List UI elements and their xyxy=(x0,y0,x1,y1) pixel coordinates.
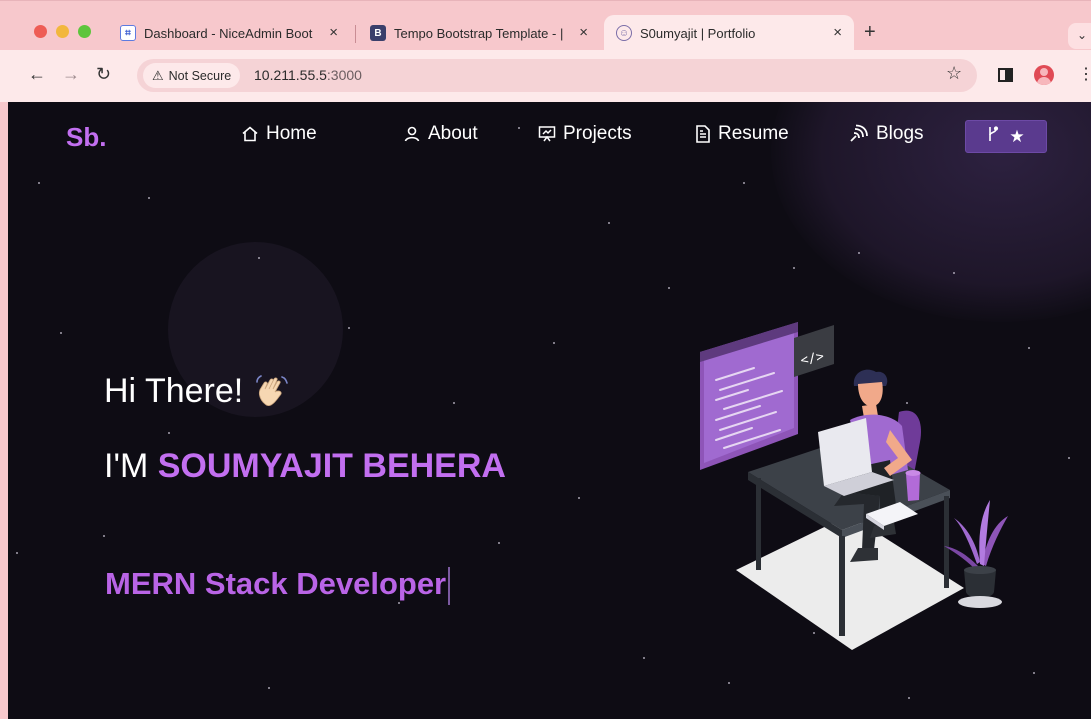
star-particle xyxy=(578,497,580,499)
url-host: 10.211.55.5 xyxy=(254,67,327,83)
tab-separator xyxy=(355,25,356,43)
star-particle xyxy=(608,222,610,224)
star-particle xyxy=(268,687,270,689)
star-particle xyxy=(453,402,455,404)
star-particle xyxy=(1033,672,1035,674)
star-particle xyxy=(258,257,260,259)
github-star-button[interactable]: ★ xyxy=(965,120,1047,153)
url-text: 10.211.55.5:3000 xyxy=(254,67,362,83)
page-viewport: Sb. Home About Projects Resume Blogs ★ H… xyxy=(8,102,1091,719)
hero-name-highlight: SOUMYAJIT BEHERA xyxy=(157,447,506,485)
star-particle xyxy=(60,332,62,334)
role-text: MERN Stack Developer xyxy=(105,566,447,601)
developer-illustration: </> xyxy=(700,322,1008,650)
nav-link-blogs[interactable]: Blogs xyxy=(848,123,924,145)
waving-hand-icon xyxy=(255,374,289,410)
star-icon: ★ xyxy=(1009,126,1025,146)
side-panel-icon[interactable] xyxy=(998,68,1013,82)
tab-title: Tempo Bootstrap Template - | xyxy=(394,25,564,41)
site-info-chip[interactable]: ⚠ Not Secure xyxy=(143,63,241,88)
star-particle xyxy=(793,267,795,269)
presentation-icon xyxy=(537,124,557,144)
code-window-graphic: </> xyxy=(700,322,834,470)
home-icon xyxy=(240,124,260,144)
bookmark-star-icon[interactable]: ☆ xyxy=(946,63,962,84)
tab-close-icon[interactable]: × xyxy=(329,24,338,41)
star-particle xyxy=(348,327,350,329)
rss-feed-icon xyxy=(848,124,870,144)
star-particle xyxy=(1068,457,1070,459)
window-zoom-button[interactable] xyxy=(78,25,91,38)
tab-close-icon[interactable]: × xyxy=(579,24,588,41)
star-particle xyxy=(668,287,670,289)
tab-close-icon[interactable]: × xyxy=(833,24,842,41)
star-particle xyxy=(858,252,860,254)
star-particle xyxy=(498,542,500,544)
star-particle xyxy=(728,682,730,684)
browser-menu-icon[interactable]: ⋮ xyxy=(1078,64,1091,84)
new-tab-button[interactable]: + xyxy=(864,21,876,44)
git-fork-icon xyxy=(987,126,999,147)
intro-prefix: I'M xyxy=(104,447,158,485)
star-particle xyxy=(1028,347,1030,349)
tab-title: S0umyajit | Portfolio xyxy=(640,25,756,41)
star-particle xyxy=(168,432,170,434)
star-particle xyxy=(953,272,955,274)
url-port: :3000 xyxy=(326,67,362,83)
browser-toolbar: ← → ↻ ⚠ Not Secure 10.211.55.5:3000 xyxy=(0,50,1091,102)
greeting-text: Hi There! xyxy=(104,372,244,410)
window-minimize-button[interactable] xyxy=(56,25,69,38)
portfolio-logo-icon: ☺ xyxy=(616,25,632,41)
address-bar[interactable]: ⚠ Not Secure 10.211.55.5:3000 xyxy=(137,59,977,92)
security-label: Not Secure xyxy=(168,68,232,83)
nav-link-about[interactable]: About xyxy=(402,123,478,145)
star-particle xyxy=(553,342,555,344)
nav-link-label: Blogs xyxy=(876,123,924,144)
star-particle xyxy=(148,197,150,199)
profile-avatar-icon[interactable] xyxy=(1034,65,1054,85)
star-particle xyxy=(643,657,645,659)
window-close-button[interactable] xyxy=(34,25,47,38)
nav-link-label: Home xyxy=(266,123,317,144)
site-logo[interactable]: Sb. xyxy=(66,122,106,153)
niceadmin-logo-icon: ⌗ xyxy=(120,25,136,41)
nav-link-label: About xyxy=(428,123,478,144)
star-particle xyxy=(38,182,40,184)
typing-cursor xyxy=(448,566,451,605)
tab-portfolio-active[interactable]: ☺ S0umyajit | Portfolio × xyxy=(604,15,854,51)
tab-niceadmin-dashboard[interactable]: ⌗ Dashboard - NiceAdmin Boot × xyxy=(110,15,350,51)
back-arrow-icon[interactable]: ← xyxy=(28,64,46,85)
star-particle xyxy=(743,182,745,184)
forward-arrow-icon[interactable]: → xyxy=(62,64,80,85)
user-icon xyxy=(402,124,422,144)
star-particle xyxy=(16,552,18,554)
hero-role-typewriter: MERN Stack Developer xyxy=(105,566,451,605)
browser-tab-bar: ⌗ Dashboard - NiceAdmin Boot × B Tempo B… xyxy=(0,0,1091,51)
warning-triangle-icon: ⚠ xyxy=(152,67,164,83)
star-particle xyxy=(103,535,105,537)
nav-link-resume[interactable]: Resume xyxy=(694,123,789,145)
document-icon xyxy=(694,124,712,144)
reload-icon[interactable]: ↻ xyxy=(96,64,111,85)
tab-title: Dashboard - NiceAdmin Boot xyxy=(144,25,313,41)
nav-link-label: Resume xyxy=(718,123,789,144)
nav-link-home[interactable]: Home xyxy=(240,123,317,145)
bootstrap-logo-icon: B xyxy=(370,25,386,41)
tab-tempo-template[interactable]: B Tempo Bootstrap Template - | × xyxy=(360,15,600,51)
nav-link-projects[interactable]: Projects xyxy=(537,123,632,145)
tab-search-button[interactable]: ⌄ xyxy=(1068,23,1091,49)
nav-link-label: Projects xyxy=(563,123,632,144)
hero-greeting: Hi There! xyxy=(104,372,289,411)
hero-intro: I'M SOUMYAJIT BEHERA xyxy=(104,447,506,486)
site-navbar: Sb. Home About Projects Resume Blogs ★ xyxy=(8,102,1091,172)
star-particle xyxy=(908,697,910,699)
